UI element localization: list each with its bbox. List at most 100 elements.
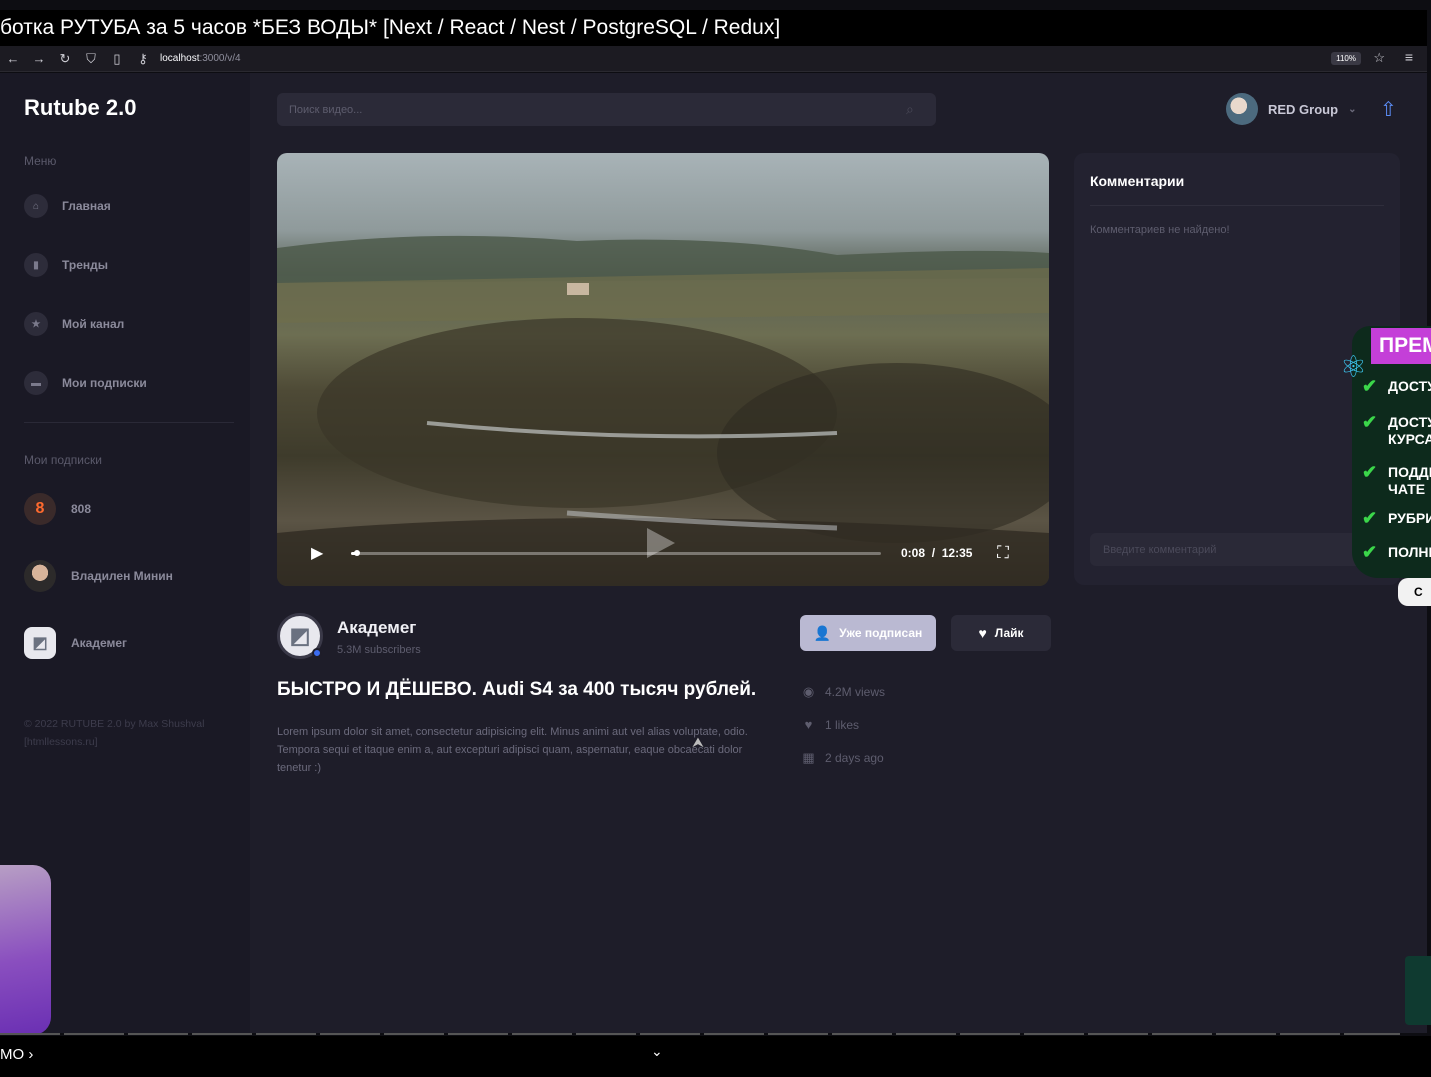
menu-section-label: Меню <box>24 154 57 168</box>
user-check-icon: 👤 <box>813 624 832 641</box>
sidebar-item-my-channel[interactable]: ★ Мой канал <box>24 312 124 336</box>
check-icon: ✔ <box>1362 508 1378 528</box>
sidebar-item-trends[interactable]: ▮ Тренды <box>24 253 108 277</box>
profile-menu[interactable]: RED Group ⌄ <box>1226 93 1356 125</box>
subscriptions-section-label: Мои подписки <box>24 453 102 467</box>
verified-dot <box>312 648 322 658</box>
current-time: 0:08 <box>901 546 926 560</box>
star-icon: ★ <box>24 312 48 336</box>
comment-input[interactable] <box>1090 533 1384 566</box>
promo-item: ✔ ПОДДЕ ЧАТЕ <box>1362 463 1431 498</box>
overlay-bottom-bar <box>0 1036 1431 1077</box>
app-logo[interactable]: Rutube 2.0 <box>24 95 136 121</box>
promo-header: ПРЕМ <box>1371 328 1431 364</box>
avatar <box>1226 93 1258 125</box>
overlay-bottom-text[interactable]: МО › <box>0 1046 33 1063</box>
promo-item-text: РУБРИ <box>1388 510 1431 526</box>
progress-bar[interactable] <box>351 550 881 556</box>
promo-item: ✔ РУБРИ <box>1362 508 1431 528</box>
avatar: 8 <box>24 493 56 525</box>
youtube-progress-bar[interactable] <box>0 1033 1400 1035</box>
video-player[interactable]: ▶ 0:08 / 12:35 ⛶ <box>277 153 1049 586</box>
folder-icon: ▬ <box>24 371 48 395</box>
calendar-icon: ▦ <box>802 750 815 765</box>
chevron-down-icon[interactable]: ⌄ <box>651 1043 663 1060</box>
search-icon[interactable]: ⌕ <box>906 101 914 118</box>
promo-button[interactable]: С <box>1398 578 1431 606</box>
address-bar[interactable]: localhost:3000/v/4 <box>160 53 241 64</box>
play-icon[interactable]: ▶ <box>311 543 323 563</box>
bookmark-star-icon[interactable]: ☆ <box>1373 50 1385 66</box>
chart-icon: ▮ <box>24 253 48 277</box>
profile-name: RED Group <box>1268 101 1339 117</box>
video-frame-image <box>277 235 1049 586</box>
search-input[interactable] <box>277 93 936 126</box>
mouse-cursor-icon: ⮝ <box>692 734 704 750</box>
zoom-level[interactable]: 110% <box>1331 52 1361 65</box>
promo-item-text: ПОЛНЬ <box>1388 544 1431 560</box>
subscription-item-akademeg[interactable]: ◩ Академег <box>24 627 127 659</box>
stat-views: ◉ 4.2M views <box>800 684 885 700</box>
channel-name[interactable]: Академег <box>337 618 416 638</box>
shield-icon[interactable]: ⛉ <box>78 51 104 67</box>
upload-icon[interactable]: ⇧ <box>1380 97 1397 122</box>
likes-text: 1 likes <box>825 717 860 732</box>
player-controls: ▶ 0:08 / 12:35 ⛶ <box>277 538 1049 568</box>
back-icon[interactable]: ← <box>0 51 26 66</box>
subscription-label: Владилен Минин <box>71 569 173 583</box>
heart-icon: ♥ <box>804 717 813 732</box>
sidebar-item-label: Главная <box>62 199 111 213</box>
promo-item: ✔ ДОСТУ КУРСАІ <box>1362 412 1431 448</box>
subscription-item-808[interactable]: 8 808 <box>24 493 91 525</box>
fullscreen-icon[interactable]: ⛶ <box>997 543 1009 563</box>
stat-date: ▦ 2 days ago <box>800 750 883 766</box>
like-label: Лайк <box>994 626 1024 640</box>
forward-icon[interactable]: → <box>26 51 52 66</box>
comments-empty-message: Комментариев не найдено! <box>1090 224 1230 236</box>
sidebar-item-label: Мои подписки <box>62 376 147 390</box>
promo-item: ✔ ПОЛНЬ <box>1362 542 1431 562</box>
progress-knob[interactable] <box>353 550 360 556</box>
subscribe-button[interactable]: 👤 Уже подписан <box>800 615 936 651</box>
sidebar-item-label: Тренды <box>62 258 108 272</box>
rutube-app: Rutube 2.0 Меню ⌂ Главная ▮ Тренды ★ Мой… <box>0 73 1427 1033</box>
sidebar-item-label: Мой канал <box>62 317 125 331</box>
subscribe-label: Уже подписан <box>839 626 923 640</box>
home-icon: ⌂ <box>24 194 48 218</box>
promo-item-text: ДОСТУ КУРСАІ <box>1388 414 1431 447</box>
eye-icon: ◉ <box>802 684 815 699</box>
subscription-item-vladilen[interactable]: Владилен Минин <box>24 560 173 592</box>
time-display: 0:08 / 12:35 <box>901 546 972 560</box>
check-icon: ✔ <box>1362 376 1378 396</box>
reload-icon[interactable]: ↻ <box>52 51 78 67</box>
promo-item: ✔ ДОСТУ <box>1362 376 1431 396</box>
promo-item-text: ДОСТУ <box>1388 378 1431 394</box>
check-icon: ✔ <box>1362 412 1378 432</box>
sidebar-divider <box>24 422 234 423</box>
channel-subscribers: 5.3M subscribers <box>337 644 421 656</box>
sidebar-footer: © 2022 RUTUBE 2.0 by Max Shushval [htmll… <box>24 718 205 748</box>
page-icon: ▯ <box>113 50 121 66</box>
video-title: БЫСТРО И ДЁШЕВО. Audi S4 за 400 тысяч ру… <box>277 679 757 700</box>
sidebar-item-home[interactable]: ⌂ Главная <box>24 194 111 218</box>
duration: 12:35 <box>941 546 973 560</box>
screen: ботка РУТУБА за 5 часов *БЕЗ ВОДЫ* [Next… <box>0 0 1431 1077</box>
views-text: 4.2M views <box>825 685 886 699</box>
check-icon: ✔ <box>1362 542 1378 562</box>
url-host: localhost <box>160 53 200 64</box>
like-button[interactable]: ♥ Лайк <box>951 615 1051 651</box>
sidebar-item-my-subscriptions[interactable]: ▬ Мои подписки <box>24 371 147 395</box>
stat-likes: ♥ 1 likes <box>800 717 859 732</box>
avatar: ◩ <box>24 627 56 659</box>
browser-toolbar: ← → ↻ ⛉ ▯ ⚷ localhost:3000/v/4 110% ☆ ≡ <box>0 46 1427 72</box>
overlay-strip[interactable] <box>1405 956 1431 1025</box>
comments-divider <box>1090 205 1384 206</box>
avatar <box>24 560 56 592</box>
url-path: :3000/v/4 <box>199 53 241 64</box>
hamburger-menu-icon[interactable]: ≡ <box>1405 49 1413 65</box>
promo-item-text: ПОДДЕ ЧАТЕ <box>1388 464 1431 497</box>
overlay-video-title: ботка РУТУБА за 5 часов *БЕЗ ВОДЫ* [Next… <box>0 10 1427 46</box>
overlay-card[interactable] <box>0 865 51 1035</box>
subscription-label: 808 <box>71 502 92 516</box>
heart-icon: ♥ <box>978 625 987 641</box>
